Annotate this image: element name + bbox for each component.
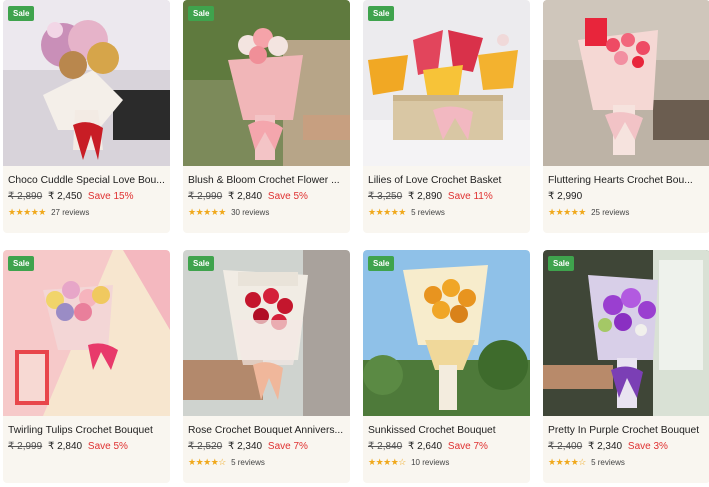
star-rating-icon: ★★★★☆	[368, 457, 406, 467]
review-count[interactable]: 5 reviews	[231, 458, 265, 467]
sale-price: ₹ 2,890	[407, 191, 443, 202]
product-image[interactable]	[363, 250, 530, 416]
product-image[interactable]	[3, 0, 170, 166]
sale-price: ₹ 2,340	[227, 441, 263, 452]
original-price: ₹ 2,890	[8, 191, 43, 202]
sale-badge: Sale	[548, 256, 575, 271]
product-card[interactable]: Sale Sunkissed Crochet Bouquet ₹ 2,840 ₹…	[363, 250, 530, 483]
save-percent: Save 11%	[447, 191, 493, 202]
save-percent: Save 15%	[87, 191, 134, 202]
product-image[interactable]	[3, 250, 170, 416]
product-grid: Sale Choco Cuddle Special Love Bou... ₹ …	[0, 0, 709, 487]
sale-price: ₹ 2,840	[47, 441, 83, 452]
original-price: ₹ 2,400	[548, 441, 583, 452]
product-card[interactable]: Sale Choco Cuddle Special Love Bou... ₹ …	[3, 0, 170, 233]
review-count[interactable]: 25 reviews	[591, 208, 629, 217]
product-title[interactable]: Pretty In Purple Crochet Bouquet	[548, 424, 708, 437]
star-rating-icon: ★★★★★	[368, 207, 406, 217]
save-percent: Save 5%	[87, 441, 128, 452]
product-image[interactable]	[183, 250, 350, 416]
star-rating-icon: ★★★★★	[188, 207, 226, 217]
product-title[interactable]: Sunkissed Crochet Bouquet	[368, 424, 528, 437]
original-price: ₹ 2,990	[188, 191, 223, 202]
product-image[interactable]	[543, 250, 709, 416]
star-rating-icon: ★★★★★	[8, 207, 46, 217]
star-rating-icon: ★★★★☆	[188, 457, 226, 467]
save-percent: Save 3%	[627, 441, 668, 452]
sale-badge: Sale	[8, 256, 35, 271]
review-count[interactable]: 30 reviews	[231, 208, 269, 217]
star-rating-icon: ★★★★☆	[548, 457, 586, 467]
product-title[interactable]: Rose Crochet Bouquet Annivers...	[188, 424, 348, 437]
product-title[interactable]: Choco Cuddle Special Love Bou...	[8, 174, 168, 187]
review-count[interactable]: 27 reviews	[51, 208, 89, 217]
product-card[interactable]: Sale Rose Crochet Bouquet Annivers... ₹ …	[183, 250, 350, 483]
review-count[interactable]: 5 reviews	[591, 458, 625, 467]
product-card[interactable]: Sale Blush & Bloom Crochet Flower ... ₹ …	[183, 0, 350, 233]
original-price: ₹ 3,250	[368, 191, 403, 202]
product-image[interactable]	[183, 0, 350, 166]
product-title[interactable]: Twirling Tulips Crochet Bouquet	[8, 424, 168, 437]
save-percent: Save 5%	[267, 191, 308, 202]
sale-badge: Sale	[8, 6, 35, 21]
product-card[interactable]: Sale Lilies of Love Crochet Basket ₹ 3,2…	[363, 0, 530, 233]
sale-price: ₹ 2,990	[548, 191, 583, 202]
product-title[interactable]: Blush & Bloom Crochet Flower ...	[188, 174, 348, 187]
sale-badge: Sale	[368, 6, 395, 21]
product-title[interactable]: Fluttering Hearts Crochet Bou...	[548, 174, 708, 187]
sale-price: ₹ 2,450	[47, 191, 83, 202]
product-image[interactable]	[363, 0, 530, 166]
review-count[interactable]: 10 reviews	[411, 458, 449, 467]
sale-price: ₹ 2,340	[587, 441, 623, 452]
original-price: ₹ 2,840	[368, 441, 403, 452]
product-card[interactable]: Sale Pretty In Purple Crochet Bouquet ₹ …	[543, 250, 709, 483]
product-card[interactable]: Sale Twirling Tulips Crochet Bouquet ₹ 2…	[3, 250, 170, 483]
sale-price: ₹ 2,640	[407, 441, 443, 452]
sale-badge: Sale	[188, 256, 215, 271]
original-price: ₹ 2,520	[188, 441, 223, 452]
original-price: ₹ 2,999	[8, 441, 43, 452]
product-card[interactable]: Fluttering Hearts Crochet Bou... ₹ 2,990…	[543, 0, 709, 233]
sale-price: ₹ 2,840	[227, 191, 263, 202]
star-rating-icon: ★★★★★	[548, 207, 586, 217]
sale-badge: Sale	[368, 256, 395, 271]
product-title[interactable]: Lilies of Love Crochet Basket	[368, 174, 528, 187]
product-image[interactable]	[543, 0, 709, 166]
review-count[interactable]: 5 reviews	[411, 208, 445, 217]
save-percent: Save 7%	[447, 441, 488, 452]
sale-badge: Sale	[188, 6, 215, 21]
save-percent: Save 7%	[267, 441, 308, 452]
